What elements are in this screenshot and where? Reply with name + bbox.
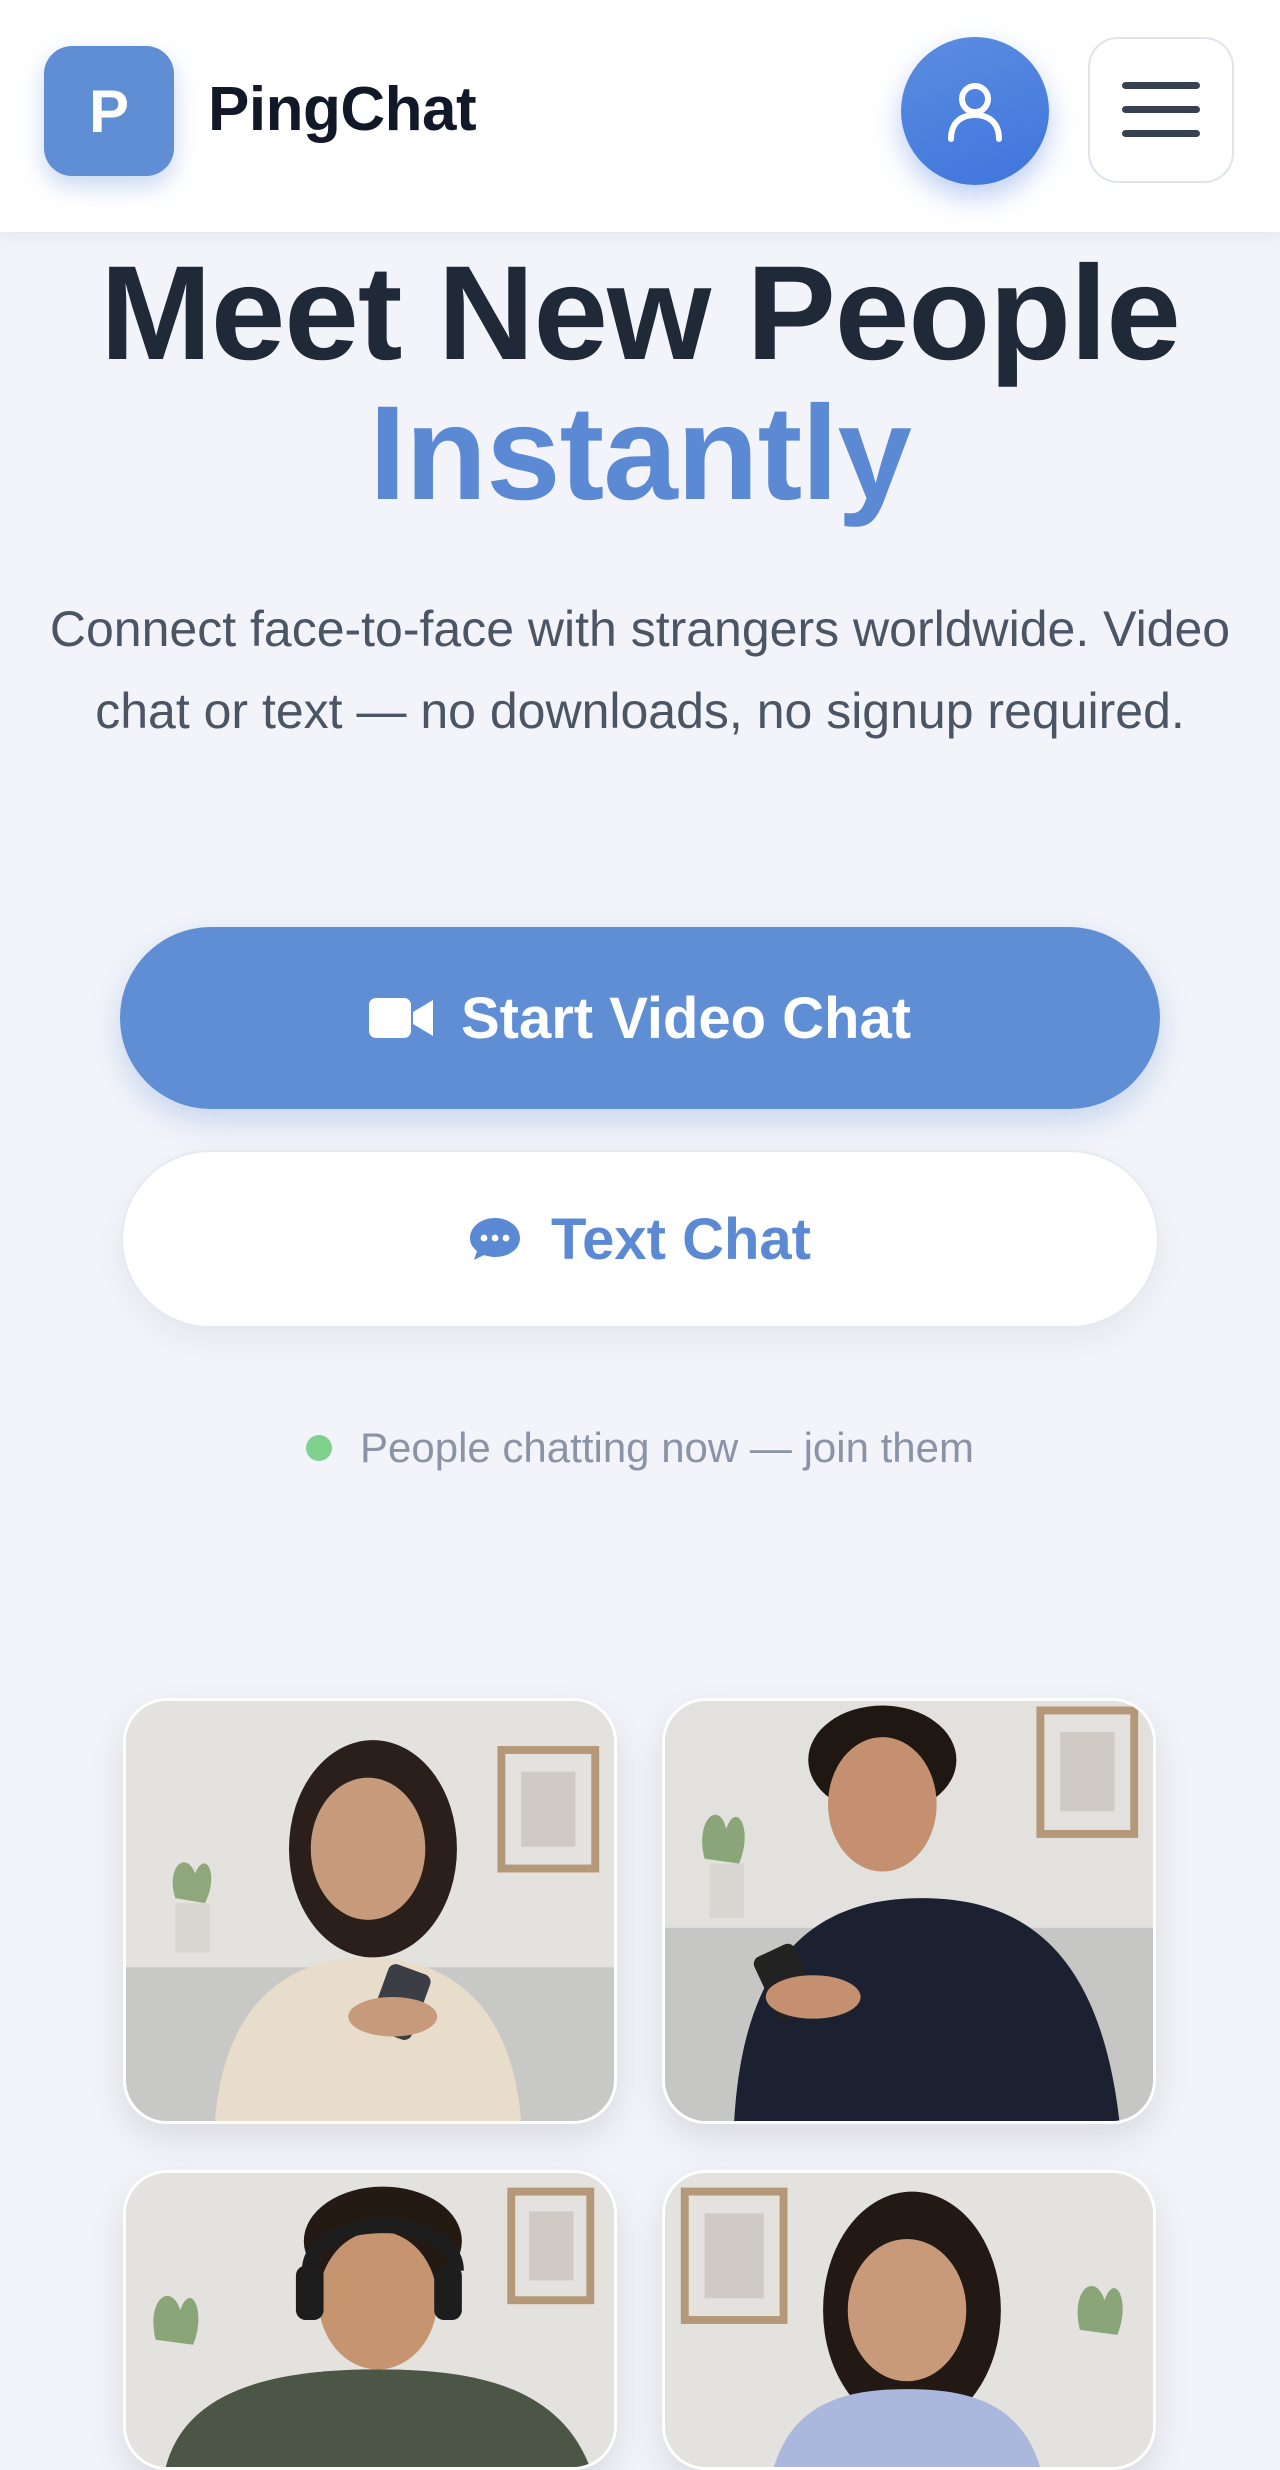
logo-icon[interactable]: P — [44, 46, 174, 176]
online-status: People chatting now — join them — [0, 1424, 1280, 1472]
start-video-chat-label: Start Video Chat — [460, 985, 912, 1051]
brand-name[interactable]: PingChat — [208, 70, 477, 150]
online-status-text: People chatting now — join them — [359, 1424, 975, 1471]
hamburger-menu-icon — [1122, 82, 1200, 137]
profile-button[interactable] — [901, 37, 1049, 185]
video-camera-icon — [368, 996, 433, 1040]
gallery-photo-2 — [662, 1698, 1156, 2124]
gallery-photo-3 — [123, 2170, 617, 2470]
text-chat-label: Text Chat — [551, 1206, 811, 1272]
menu-button[interactable] — [1088, 37, 1234, 183]
start-video-chat-button[interactable]: Start Video Chat — [120, 927, 1160, 1109]
hero-title: Meet New People Instantly — [0, 244, 1280, 524]
hero-title-accent: Instantly — [369, 379, 912, 528]
text-chat-button[interactable]: Text Chat — [121, 1150, 1159, 1328]
gallery-photo-1 — [123, 1698, 617, 2124]
hero-title-line1: Meet New People — [100, 239, 1181, 388]
online-dot-icon — [305, 1435, 332, 1461]
gallery-photo-4 — [662, 2170, 1156, 2470]
chat-bubble-icon — [469, 1216, 521, 1262]
hero-subtitle: Connect face-to-face with strangers worl… — [49, 601, 1231, 739]
logo-letter: P — [88, 77, 130, 145]
top-navbar: P PingChat — [0, 0, 1280, 233]
user-icon — [948, 83, 1002, 142]
